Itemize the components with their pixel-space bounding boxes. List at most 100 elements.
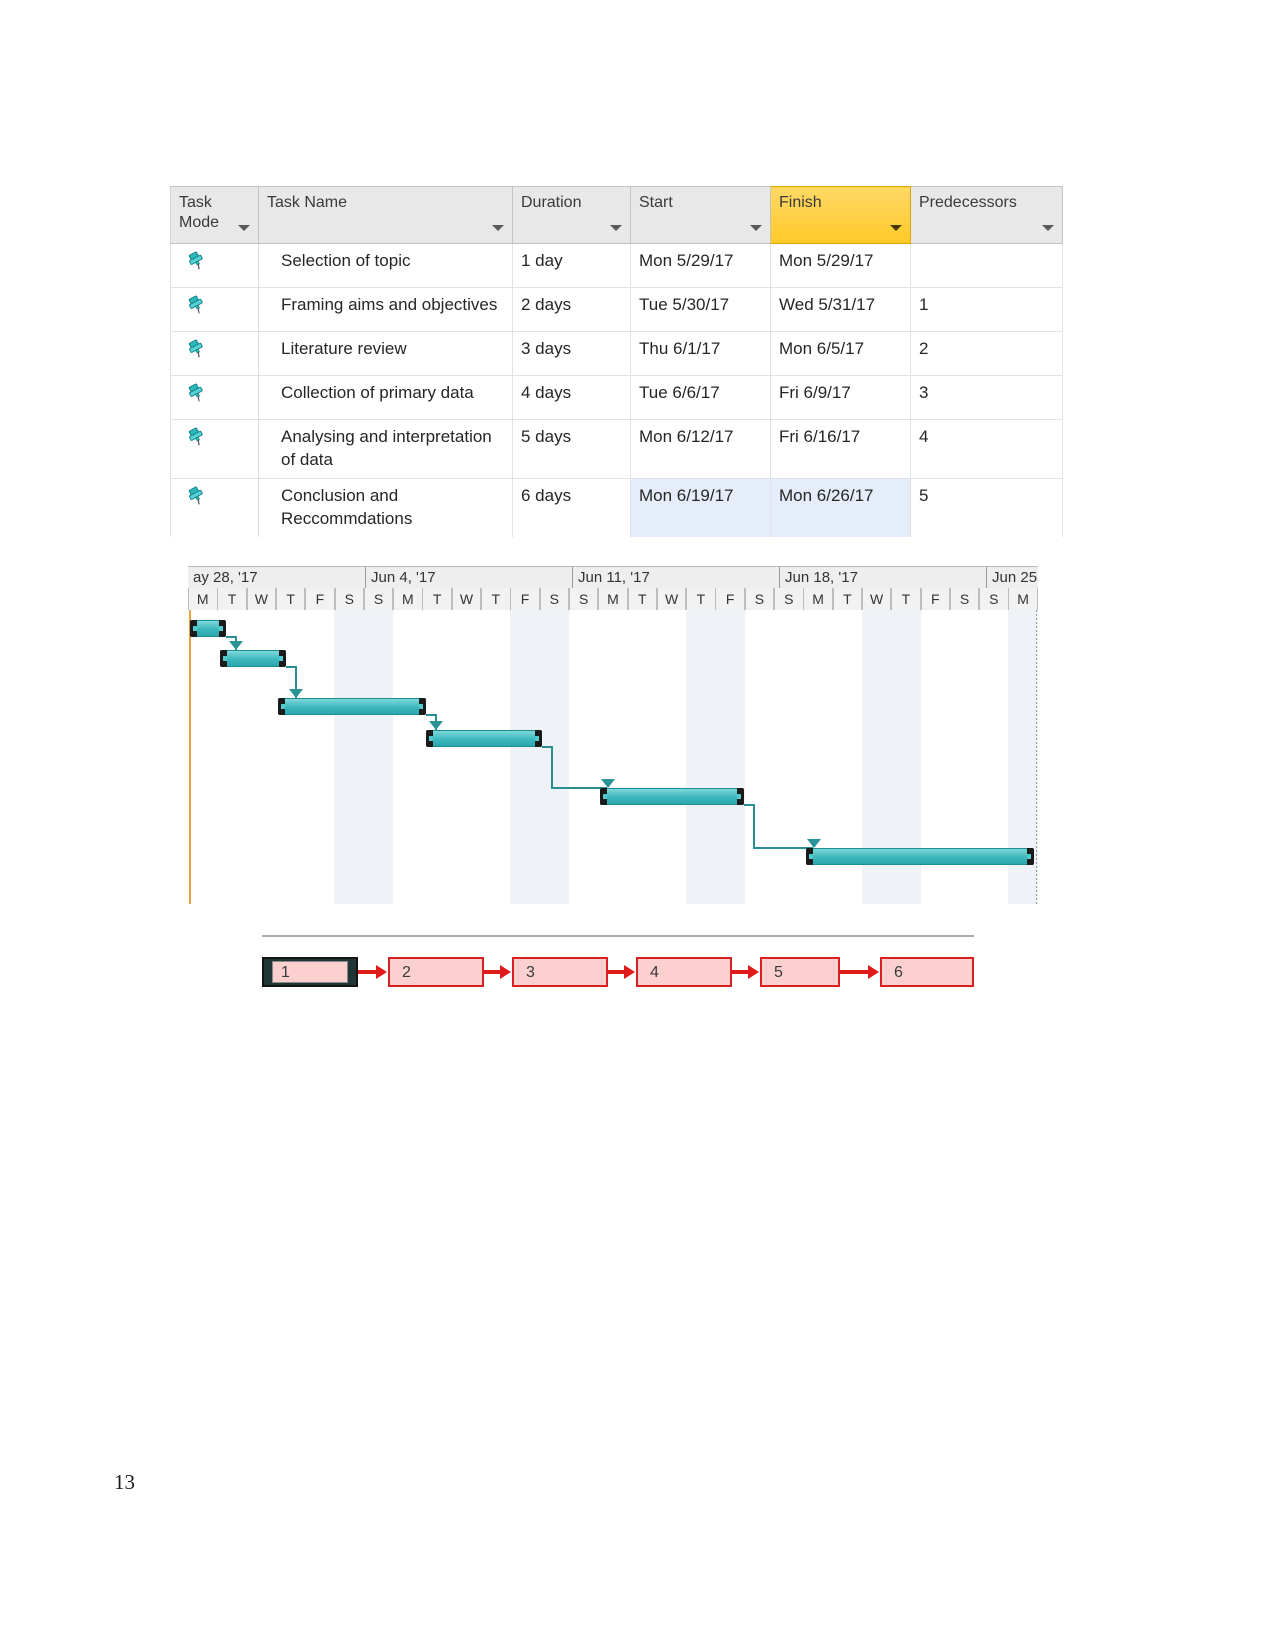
gantt-bars-area[interactable] <box>188 610 1038 904</box>
cell-predecessors[interactable]: 2 <box>910 331 1063 376</box>
cell-duration[interactable]: 6 days <box>512 477 631 537</box>
network-arrow-icon <box>500 965 511 979</box>
gantt-chart[interactable]: ay 28, '17 Jun 4, '17 Jun 11, '17 Jun 18, '… <box>188 566 1038 904</box>
gantt-bar-start-cap <box>190 620 197 637</box>
gantt-bar-start-cap <box>426 730 433 747</box>
cell-task-mode[interactable] <box>170 477 259 537</box>
cell-task-mode[interactable] <box>170 287 259 332</box>
network-arrow-icon <box>376 965 387 979</box>
column-header-start-label: Start <box>639 194 673 211</box>
task-link-arrow-icon <box>429 721 443 730</box>
filter-caret-icon[interactable] <box>238 225 250 231</box>
timescale-day-cell: M <box>1008 588 1038 610</box>
cell-start[interactable]: Tue 6/6/17 <box>630 375 771 420</box>
gantt-bar-start-cap <box>600 788 607 805</box>
cell-task-name[interactable]: Framing aims and objectives <box>258 287 513 332</box>
network-connector <box>608 970 625 974</box>
cell-task-name[interactable]: Conclusion and Reccommdations <box>258 477 513 537</box>
weekend-shading <box>715 610 745 904</box>
cell-finish[interactable]: Wed 5/31/17 <box>770 287 911 332</box>
timescale-week-label: ay 28, '17 <box>193 569 258 586</box>
cell-duration[interactable]: 4 days <box>512 375 631 420</box>
network-diagram[interactable]: 1 2345 6 <box>262 935 974 1005</box>
table-row[interactable]: Conclusion and Reccommdations 6 days Mon 6… <box>170 477 1063 537</box>
column-header-predecessors-label: Predecessors <box>919 194 1017 211</box>
cell-finish[interactable]: Mon 6/26/17 <box>770 477 911 537</box>
cell-task-mode[interactable] <box>170 419 259 479</box>
filter-caret-icon[interactable] <box>890 225 902 231</box>
column-header-task-name[interactable]: Task Name <box>258 186 513 244</box>
column-header-start[interactable]: Start <box>630 186 771 244</box>
timescale-day-cell: F <box>305 588 335 610</box>
timescale-day-cell: S <box>334 588 364 610</box>
timeline-right-edge <box>1036 610 1037 904</box>
cell-task-mode[interactable] <box>170 375 259 420</box>
gantt-bar[interactable] <box>426 730 542 747</box>
cell-start[interactable]: Thu 6/1/17 <box>630 331 771 376</box>
cell-predecessors[interactable]: 3 <box>910 375 1063 420</box>
gantt-bar[interactable] <box>220 650 286 667</box>
task-link-segment <box>551 746 553 788</box>
gantt-bar[interactable] <box>806 848 1034 865</box>
cell-finish[interactable]: Fri 6/16/17 <box>770 419 911 479</box>
cell-task-name[interactable]: Collection of primary data <box>258 375 513 420</box>
cell-predecessors[interactable]: 1 <box>910 287 1063 332</box>
cell-task-name[interactable]: Analysing and interpretation of data <box>258 419 513 479</box>
network-node[interactable]: 2 <box>388 957 484 987</box>
cell-duration[interactable]: 1 day <box>512 243 631 288</box>
timescale-day-cell: S <box>744 588 775 610</box>
network-node[interactable]: 5 <box>760 957 840 987</box>
column-header-task-name-label: Task Name <box>267 194 348 211</box>
column-header-task-mode[interactable]: Task Mode <box>170 186 259 244</box>
column-header-duration[interactable]: Duration <box>512 186 631 244</box>
timescale-day-cell: W <box>451 588 482 610</box>
cell-duration[interactable]: 5 days <box>512 419 631 479</box>
cell-start[interactable]: Mon 6/12/17 <box>630 419 771 479</box>
filter-caret-icon[interactable] <box>1042 225 1054 231</box>
cell-start[interactable]: Tue 5/30/17 <box>630 287 771 332</box>
timescale-day-cell: T <box>217 588 247 610</box>
cell-predecessors[interactable] <box>910 243 1063 288</box>
timescale-day-cell: T <box>275 588 306 610</box>
table-row[interactable]: Selection of topic 1 day Mon 5/29/17 Mon 5/… <box>170 243 1063 288</box>
cell-task-mode[interactable] <box>170 331 259 376</box>
network-node[interactable]: 1 <box>262 957 358 987</box>
cell-predecessors[interactable]: 5 <box>910 477 1063 537</box>
cell-task-mode[interactable] <box>170 243 259 288</box>
timescale-day-cell: M <box>598 588 628 610</box>
gantt-bar[interactable] <box>600 788 744 805</box>
network-node[interactable]: 3 <box>512 957 608 987</box>
cell-start[interactable]: Mon 5/29/17 <box>630 243 771 288</box>
filter-caret-icon[interactable] <box>750 225 762 231</box>
table-row[interactable]: Analysing and interpretation of data 5 da… <box>170 419 1063 479</box>
column-header-finish[interactable]: Finish <box>770 186 911 244</box>
network-connector <box>484 970 501 974</box>
timescale-day-cell: W <box>656 588 687 610</box>
column-header-predecessors[interactable]: Predecessors <box>910 186 1063 244</box>
timescale-day-cell: M <box>188 588 218 610</box>
cell-task-name[interactable]: Selection of topic <box>258 243 513 288</box>
cell-finish[interactable]: Fri 6/9/17 <box>770 375 911 420</box>
table-row[interactable]: Framing aims and objectives 2 days Tue 5/3… <box>170 287 1063 332</box>
cell-predecessors[interactable]: 4 <box>910 419 1063 479</box>
filter-caret-icon[interactable] <box>492 225 504 231</box>
table-row[interactable]: Collection of primary data 4 days Tue 6/6/… <box>170 375 1063 420</box>
network-connector <box>732 970 749 974</box>
cell-duration[interactable]: 3 days <box>512 331 631 376</box>
gantt-task-table[interactable]: Task Mode Task Name Duration Start Finis… <box>170 186 1063 537</box>
timescale-day-cell: S <box>568 588 599 610</box>
gantt-bar-end-cap <box>535 730 542 747</box>
table-header-row: Task Mode Task Name Duration Start Finis… <box>170 186 1063 244</box>
network-node[interactable]: 6 <box>880 957 974 987</box>
filter-caret-icon[interactable] <box>610 225 622 231</box>
cell-finish[interactable]: Mon 6/5/17 <box>770 331 911 376</box>
table-row[interactable]: Literature review 3 days Thu 6/1/17 Mon 6/5… <box>170 331 1063 376</box>
gantt-bar[interactable] <box>278 698 426 715</box>
cell-finish[interactable]: Mon 5/29/17 <box>770 243 911 288</box>
cell-task-name[interactable]: Literature review <box>258 331 513 376</box>
timescale-day-cell: T <box>686 588 716 610</box>
cell-duration[interactable]: 2 days <box>512 287 631 332</box>
pushpin-icon <box>185 250 207 272</box>
cell-start[interactable]: Mon 6/19/17 <box>630 477 771 537</box>
network-node[interactable]: 4 <box>636 957 732 987</box>
